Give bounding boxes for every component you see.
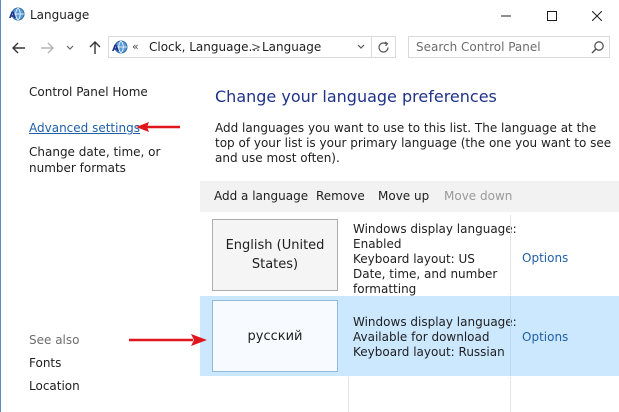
options-link-english[interactable]: Options [522, 251, 568, 265]
fonts-link[interactable]: Fonts [29, 356, 61, 370]
language-info-russian: Windows display language: Available for … [353, 315, 517, 360]
language-info-line: Keyboard layout: Russian [353, 345, 505, 359]
close-button[interactable] [574, 0, 619, 31]
maximize-icon [547, 10, 557, 21]
breadcrumb-clock-language[interactable]: Clock, Language... [149, 40, 260, 54]
page-description: Add languages you want to use to this li… [215, 121, 612, 165]
move-down-button: Move down [444, 189, 513, 203]
back-arrow-icon [12, 42, 25, 54]
control-panel-home-link[interactable]: Control Panel Home [29, 85, 148, 99]
recent-locations-button[interactable] [63, 38, 77, 58]
location-link[interactable]: Location [29, 379, 80, 393]
add-language-button[interactable]: Add a language [214, 189, 308, 203]
language-info-line: Keyboard layout: US [353, 252, 475, 266]
language-info-line: Available for download [353, 330, 490, 344]
breadcrumb-language[interactable]: Language [262, 40, 321, 54]
maximize-button[interactable] [529, 0, 575, 31]
search-input[interactable] [409, 37, 585, 57]
minimize-icon [501, 15, 511, 16]
chevron-down-icon [66, 45, 74, 50]
control-panel-window: A Language A « Clock, Language... > Lang… [0, 0, 619, 412]
options-link-russian[interactable]: Options [522, 330, 568, 344]
breadcrumb-separator[interactable]: > [251, 40, 261, 54]
language-row-english[interactable]: English (United States) Windows display … [200, 215, 619, 297]
language-row-russian[interactable]: русский Windows display language: Availa… [200, 296, 619, 376]
title-bar[interactable]: A Language [1, 0, 619, 31]
language-info-line: Windows display language: [353, 222, 517, 236]
advanced-settings-link[interactable]: Advanced settings [29, 121, 140, 135]
refresh-button[interactable] [372, 36, 396, 58]
search-box[interactable] [408, 36, 610, 58]
red-arrow-right-icon [129, 334, 207, 346]
language-info-line: formatting [353, 282, 417, 296]
address-dropdown-button[interactable] [353, 40, 369, 54]
refresh-icon [378, 40, 389, 53]
move-up-button[interactable]: Move up [378, 189, 429, 203]
remove-button[interactable]: Remove [316, 189, 365, 203]
see-also-heading: See also [29, 333, 80, 347]
svg-text:A: A [9, 11, 16, 21]
breadcrumb-overflow[interactable]: « [132, 40, 139, 53]
column-divider [510, 296, 511, 376]
language-info-line: Windows display language: [353, 315, 517, 329]
close-icon [592, 10, 602, 21]
language-globe-icon: A [112, 40, 128, 54]
language-toolbar: Add a language Remove Move up Move down [200, 181, 619, 212]
chevron-down-icon [357, 44, 365, 49]
red-arrow-left-icon [136, 122, 180, 132]
forward-arrow-icon [41, 42, 54, 54]
language-tile-english[interactable]: English (United States) [212, 219, 338, 291]
minimize-button[interactable] [483, 0, 529, 31]
page-title: Change your language preferences [215, 87, 497, 106]
change-date-time-formats-link[interactable]: Change date, time, or number formats [29, 144, 199, 176]
column-divider [348, 377, 349, 412]
language-globe-icon: A [9, 7, 25, 21]
column-divider [510, 377, 511, 412]
language-info-line: Enabled [353, 237, 402, 251]
back-button[interactable] [9, 38, 29, 58]
address-bar[interactable]: A « Clock, Language... > Language [108, 36, 372, 58]
search-icon[interactable] [591, 40, 605, 54]
svg-text:A: A [112, 44, 119, 54]
column-divider [510, 215, 511, 295]
up-arrow-icon [89, 41, 101, 54]
language-info-line: Date, time, and number [353, 267, 498, 281]
up-button[interactable] [85, 38, 105, 58]
window-title: Language [30, 8, 90, 22]
language-info-english: Windows display language: Enabled Keyboa… [353, 222, 517, 297]
forward-button[interactable] [37, 38, 57, 58]
language-tile-russian[interactable]: русский [212, 300, 338, 372]
